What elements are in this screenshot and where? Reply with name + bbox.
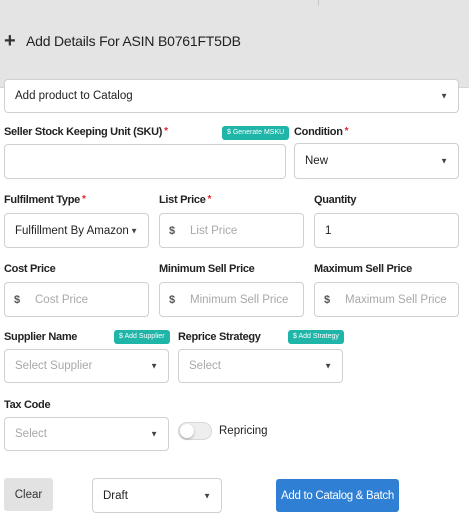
sku-label: Seller Stock Keeping Unit (SKU) *: [4, 126, 168, 138]
generate-msku-button[interactable]: $ Generate MSKU: [222, 126, 290, 140]
reprice-strategy-select[interactable]: Select ▼: [178, 349, 343, 383]
dollar-icon: $: [169, 224, 176, 237]
required-marker: *: [164, 126, 168, 137]
required-marker: *: [207, 194, 212, 205]
tax-code-select[interactable]: Select ▼: [4, 417, 169, 451]
chevron-down-icon: ▼: [440, 156, 448, 166]
condition-value: New: [305, 155, 329, 167]
tax-code-label: Tax Code: [4, 399, 51, 411]
min-sell-price-placeholder: Minimum Sell Price: [190, 293, 289, 306]
quantity-input[interactable]: 1: [314, 213, 459, 248]
min-sell-price-input[interactable]: $ Minimum Sell Price: [159, 282, 304, 317]
cost-price-label: Cost Price: [4, 263, 56, 275]
catalog-action-value: Add product to Catalog: [15, 90, 133, 102]
chevron-down-icon: ▼: [203, 491, 211, 500]
list-price-label: List Price *: [159, 194, 212, 206]
supplier-placeholder: Select Supplier: [15, 360, 93, 372]
toggle-knob: [180, 424, 194, 438]
condition-select[interactable]: New ▼: [294, 143, 459, 179]
status-select[interactable]: Draft ▼: [92, 478, 222, 513]
supplier-select[interactable]: Select Supplier ▼: [4, 349, 169, 383]
chevron-down-icon: ▼: [150, 361, 158, 371]
list-price-placeholder: List Price: [190, 224, 238, 237]
repricing-toggle[interactable]: [178, 422, 212, 440]
reprice-strategy-label: Reprice Strategy: [178, 331, 261, 343]
supplier-name-label: Supplier Name: [4, 331, 78, 343]
header-divider: [318, 0, 319, 6]
min-sell-price-label: Minimum Sell Price: [159, 263, 255, 275]
clear-button[interactable]: Clear: [4, 478, 53, 511]
max-sell-price-input[interactable]: $ Maximum Sell Price: [314, 282, 459, 317]
add-to-catalog-batch-button[interactable]: Add to Catalog & Batch: [276, 479, 399, 512]
page-title: Add Details For ASIN B0761FT5DB: [26, 33, 241, 49]
max-sell-price-label: Maximum Sell Price: [314, 263, 412, 275]
chevron-down-icon: ▼: [130, 226, 138, 235]
dollar-icon: $: [324, 293, 331, 306]
required-marker: *: [81, 194, 86, 205]
reprice-strategy-placeholder: Select: [189, 360, 221, 372]
fulfilment-type-value: Fulfillment By Amazon: [15, 224, 129, 237]
add-supplier-button[interactable]: $ Add Supplier: [114, 330, 170, 344]
dollar-icon: $: [14, 293, 21, 306]
chevron-down-icon: ▼: [324, 361, 332, 371]
add-strategy-button[interactable]: $ Add Strategy: [288, 330, 344, 344]
chevron-down-icon: ▼: [150, 429, 158, 439]
quantity-label: Quantity: [314, 194, 357, 206]
plus-icon[interactable]: +: [4, 31, 16, 51]
fulfilment-type-select[interactable]: Fulfillment By Amazon ▼: [4, 213, 149, 248]
page-header: + Add Details For ASIN B0761FT5DB: [0, 0, 469, 88]
repricing-label: Repricing: [219, 425, 268, 437]
catalog-action-select[interactable]: Add product to Catalog ▼: [4, 79, 459, 113]
dollar-icon: $: [169, 293, 176, 306]
cost-price-placeholder: Cost Price: [35, 293, 89, 306]
tax-code-placeholder: Select: [15, 428, 47, 440]
cost-price-input[interactable]: $ Cost Price: [4, 282, 149, 317]
condition-label: Condition *: [294, 126, 349, 138]
max-sell-price-placeholder: Maximum Sell Price: [345, 293, 447, 306]
status-value: Draft: [103, 489, 128, 502]
fulfilment-type-label: Fulfilment Type *: [4, 194, 86, 206]
sku-input[interactable]: [4, 144, 286, 179]
chevron-down-icon: ▼: [440, 91, 448, 101]
required-marker: *: [344, 126, 349, 137]
quantity-value: 1: [325, 224, 332, 237]
list-price-input[interactable]: $ List Price: [159, 213, 304, 248]
